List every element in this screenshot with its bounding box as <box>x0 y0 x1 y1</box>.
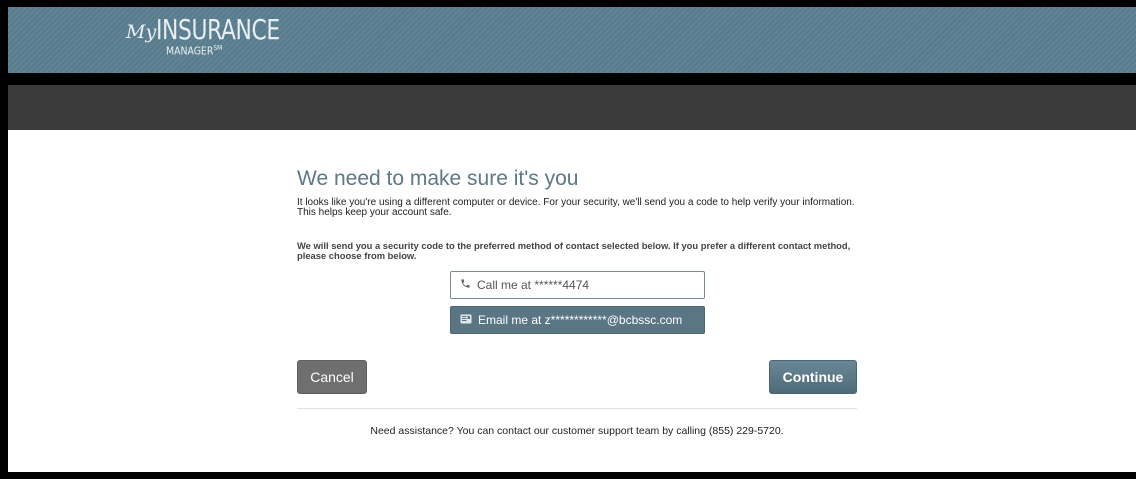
logo-service-mark: SM <box>213 44 223 52</box>
support-text: Need assistance? You can contact our cus… <box>370 425 784 437</box>
cancel-button[interactable]: Cancel <box>297 360 367 394</box>
call-me-option[interactable]: Call me at ******4474 <box>450 271 705 299</box>
phone-icon <box>460 278 471 292</box>
logo-insurance-text: INSURANCE <box>156 13 280 46</box>
continue-button[interactable]: Continue <box>769 360 857 394</box>
logo-manager-word: MANAGER <box>166 44 214 58</box>
contact-method-note: We will send you a security code to the … <box>297 240 851 261</box>
email-me-option[interactable]: Email me at z************@bcbssc.com <box>450 306 705 334</box>
page-title: We need to make sure it's you <box>297 167 579 190</box>
call-me-label: Call me at ******4474 <box>477 278 590 292</box>
email-icon <box>460 314 472 327</box>
navigation-bar <box>8 85 1136 130</box>
intro-text: It looks like you're using a different c… <box>297 197 855 218</box>
footer-divider <box>297 408 857 409</box>
screenshot-frame: My INSURANCE MANAGERSM We need to make s… <box>0 0 1136 479</box>
app-header: My INSURANCE MANAGERSM <box>8 7 1136 73</box>
logo-manager-text: MANAGERSM <box>166 44 222 58</box>
email-me-label: Email me at z************@bcbssc.com <box>478 313 683 327</box>
header-divider-band <box>8 73 1136 85</box>
logo-my-text: My <box>126 21 157 43</box>
page: My INSURANCE MANAGERSM We need to make s… <box>8 7 1136 472</box>
